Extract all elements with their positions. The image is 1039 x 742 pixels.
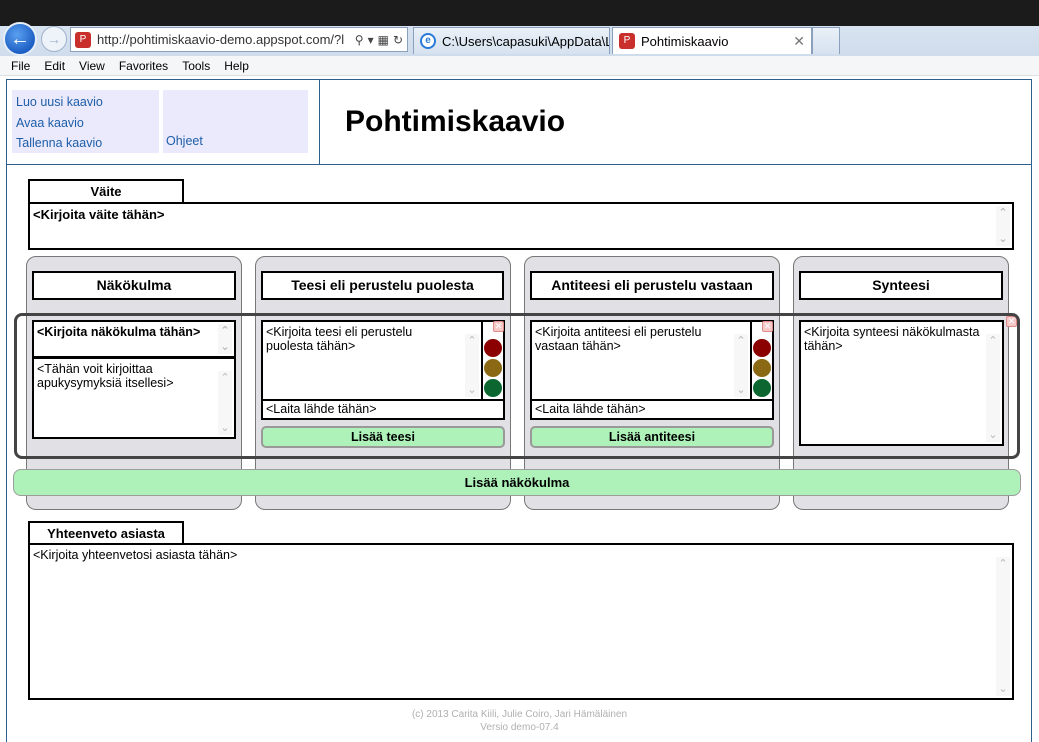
- site-favicon-icon: P: [619, 33, 635, 49]
- menu-tools[interactable]: Tools: [175, 59, 217, 73]
- scroll-down-icon[interactable]: ⌄: [998, 232, 1007, 246]
- header-divider: [6, 164, 1032, 165]
- footer-version: Versio demo-07.4: [480, 722, 559, 733]
- scrollbar[interactable]: ⌃ ⌄: [996, 557, 1010, 696]
- scroll-down-icon[interactable]: ⌄: [998, 682, 1007, 696]
- site-favicon-icon: P: [75, 31, 91, 48]
- side-menu: Luo uusi kaavio Avaa kaavio Tallenna kaa…: [12, 90, 159, 153]
- claim-label: Väite: [28, 179, 184, 203]
- close-tab-icon[interactable]: ✕: [793, 33, 805, 50]
- scrollbar[interactable]: ⌃ ⌄: [996, 206, 1010, 246]
- menu-view[interactable]: View: [72, 59, 112, 73]
- summary-label: Yhteenveto asiasta: [28, 521, 184, 545]
- synthesis-header: Synteesi: [799, 271, 1003, 300]
- address-bar[interactable]: P http://pohtimiskaavio-demo.appspot.com…: [70, 27, 408, 52]
- tab-label: C:\Users\capasuki\AppData\L...: [442, 33, 610, 49]
- page-content: Luo uusi kaavio Avaa kaavio Tallenna kaa…: [0, 77, 1039, 742]
- save-chart-link[interactable]: Tallenna kaavio: [16, 133, 159, 154]
- help-menu: Ohjeet: [163, 90, 308, 153]
- compatibility-view-icon[interactable]: ▦: [378, 33, 389, 47]
- summary-placeholder: <Kirjoita yhteenvetosi asiasta tähän>: [33, 548, 238, 562]
- menu-file[interactable]: File: [4, 59, 37, 73]
- tab-label: Pohtimiskaavio: [641, 33, 729, 49]
- menu-separator: [319, 79, 320, 164]
- refresh-icon[interactable]: ↻: [393, 33, 403, 47]
- dropdown-arrow-icon[interactable]: ▾: [368, 33, 374, 47]
- page-title: Pohtimiskaavio: [345, 105, 566, 138]
- search-icon[interactable]: ⚲: [355, 33, 364, 47]
- claim-input[interactable]: <Kirjoita väite tähän> ⌃ ⌄: [28, 202, 1014, 250]
- url-text[interactable]: http://pohtimiskaavio-demo.appspot.com/?…: [97, 32, 351, 47]
- scroll-up-icon[interactable]: ⌃: [998, 206, 1007, 220]
- open-chart-link[interactable]: Avaa kaavio: [16, 113, 159, 134]
- footer-credits: (c) 2013 Carita Kiili, Julie Coiro, Jari…: [411, 709, 628, 720]
- add-perspective-button[interactable]: Lisää näkökulma: [13, 469, 1021, 496]
- arrow-left-icon: ←: [10, 27, 30, 50]
- page-border-left: [6, 164, 7, 742]
- menu-help[interactable]: Help: [217, 59, 256, 73]
- footer: (c) 2013 Carita Kiili, Julie Coiro, Jari…: [0, 708, 1039, 734]
- claim-placeholder: <Kirjoita väite tähän>: [33, 207, 165, 222]
- summary-input[interactable]: <Kirjoita yhteenvetosi asiasta tähän> ⌃ ⌄: [28, 543, 1014, 700]
- forward-button[interactable]: →: [41, 26, 67, 52]
- antithesis-header: Antiteesi eli perustelu vastaan: [530, 271, 774, 300]
- new-tab-button[interactable]: [812, 27, 840, 54]
- tab-pohtimiskaavio[interactable]: P Pohtimiskaavio ✕: [612, 27, 812, 54]
- menu-favorites[interactable]: Favorites: [112, 59, 175, 73]
- menu-bar: File Edit View Favorites Tools Help: [0, 56, 1039, 76]
- window-title-strip: [0, 0, 1039, 26]
- menu-edit[interactable]: Edit: [37, 59, 72, 73]
- help-link[interactable]: Ohjeet: [166, 131, 203, 152]
- tab-file[interactable]: e C:\Users\capasuki\AppData\L...: [413, 27, 610, 54]
- arrow-right-icon: →: [47, 31, 61, 47]
- browser-chrome: ← → P http://pohtimiskaavio-demo.appspot…: [0, 0, 1039, 56]
- perspective-header: Näkökulma: [32, 271, 236, 300]
- back-button[interactable]: ←: [3, 22, 37, 56]
- new-chart-link[interactable]: Luo uusi kaavio: [16, 92, 159, 113]
- scroll-up-icon[interactable]: ⌃: [998, 557, 1007, 571]
- ie-favicon-icon: e: [420, 33, 436, 49]
- perspective-row-frame: [14, 313, 1020, 459]
- thesis-header: Teesi eli perustelu puolesta: [261, 271, 504, 300]
- page-border-right: [1031, 164, 1032, 742]
